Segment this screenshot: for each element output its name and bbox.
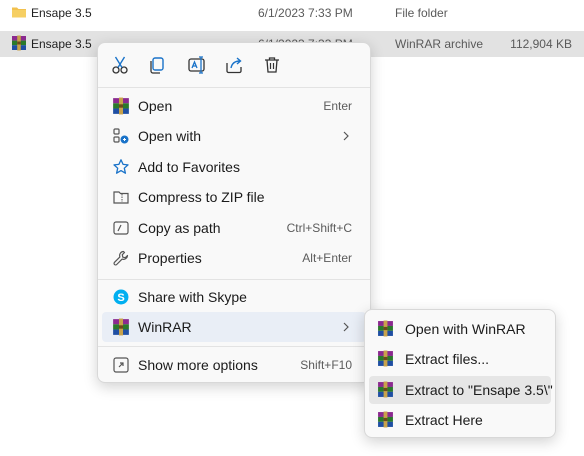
menu-item-label: Copy as path xyxy=(138,220,221,236)
menu-item-copy-as-path[interactable]: Copy as path Ctrl+Shift+C xyxy=(102,213,366,243)
menu-item-shortcut: Shift+F10 xyxy=(300,358,352,372)
winrar-icon xyxy=(377,350,394,367)
file-date: 6/1/2023 7:33 PM xyxy=(258,6,353,20)
submenu-item-label: Extract to "Ensape 3.5\" xyxy=(405,382,553,398)
zip-icon xyxy=(112,188,130,206)
menu-item-properties[interactable]: Properties Alt+Enter xyxy=(102,243,366,273)
divider xyxy=(98,87,370,88)
menu-item-shortcut: Alt+Enter xyxy=(302,251,352,265)
menu-item-label: Show more options xyxy=(138,357,258,373)
menu-item-show-more-options[interactable]: Show more options Shift+F10 xyxy=(102,350,366,380)
copy-icon[interactable] xyxy=(144,52,170,78)
divider xyxy=(98,346,370,347)
star-icon xyxy=(112,158,130,176)
wrench-icon xyxy=(112,249,130,267)
menu-item-add-to-favorites[interactable]: Add to Favorites xyxy=(102,152,366,182)
cut-icon[interactable] xyxy=(107,52,133,78)
winrar-submenu: Open with WinRAR Extract files... Extrac… xyxy=(364,309,556,438)
menu-item-shortcut: Enter xyxy=(323,99,352,113)
divider xyxy=(98,279,370,280)
chevron-right-icon xyxy=(340,129,352,143)
more-options-icon xyxy=(112,356,130,374)
copy-path-icon xyxy=(112,219,130,237)
delete-icon[interactable] xyxy=(259,52,285,78)
submenu-item-label: Open with WinRAR xyxy=(405,321,526,337)
winrar-icon xyxy=(112,318,130,336)
menu-item-label: Open with xyxy=(138,128,202,144)
folder-icon xyxy=(11,4,27,20)
menu-item-shortcut: Ctrl+Shift+C xyxy=(286,221,352,235)
file-type: File folder xyxy=(395,6,448,20)
submenu-item-extract-to-folder[interactable]: Extract to "Ensape 3.5\" xyxy=(369,376,553,404)
submenu-item-label: Extract files... xyxy=(405,351,490,367)
file-size: 112,904 KB xyxy=(510,37,572,51)
file-name: Ensape 3.5 xyxy=(31,37,92,51)
file-row-folder[interactable]: Ensape 3.5 6/1/2023 7:33 PM File folder xyxy=(0,0,584,26)
share-icon[interactable] xyxy=(221,52,247,78)
submenu-item-extract-here[interactable]: Extract Here xyxy=(369,406,551,434)
winrar-icon xyxy=(112,97,130,115)
chevron-right-icon xyxy=(340,320,352,334)
menu-item-label: Open xyxy=(138,98,173,114)
menu-item-label: Compress to ZIP file xyxy=(138,189,265,205)
menu-item-winrar[interactable]: WinRAR xyxy=(102,312,366,342)
skype-icon: S xyxy=(112,288,130,306)
menu-item-label: Properties xyxy=(138,250,202,266)
submenu-item-label: Extract Here xyxy=(405,412,483,428)
menu-item-open-with[interactable]: Open with xyxy=(102,121,366,151)
menu-item-compress-zip[interactable]: Compress to ZIP file xyxy=(102,182,366,212)
winrar-icon xyxy=(377,320,394,337)
menu-item-label: WinRAR xyxy=(138,319,192,335)
submenu-item-extract-files[interactable]: Extract files... xyxy=(369,345,551,373)
svg-text:S: S xyxy=(117,292,124,304)
winrar-icon xyxy=(377,411,394,428)
open-with-icon xyxy=(112,127,130,145)
menu-item-label: Add to Favorites xyxy=(138,159,240,175)
menu-item-share-with-skype[interactable]: S Share with Skype xyxy=(102,282,366,312)
menu-item-open[interactable]: Open Enter xyxy=(102,91,366,121)
submenu-item-open-with-winrar[interactable]: Open with WinRAR xyxy=(369,315,551,343)
context-menu-toolbar xyxy=(98,43,370,87)
file-name: Ensape 3.5 xyxy=(31,6,92,20)
rename-icon[interactable] xyxy=(184,52,210,78)
menu-item-label: Share with Skype xyxy=(138,289,247,305)
context-menu: Open Enter Open with Add to Favorites Co… xyxy=(97,42,371,383)
file-type: WinRAR archive xyxy=(395,37,484,51)
winrar-icon xyxy=(377,381,394,398)
winrar-archive-icon xyxy=(11,35,27,51)
